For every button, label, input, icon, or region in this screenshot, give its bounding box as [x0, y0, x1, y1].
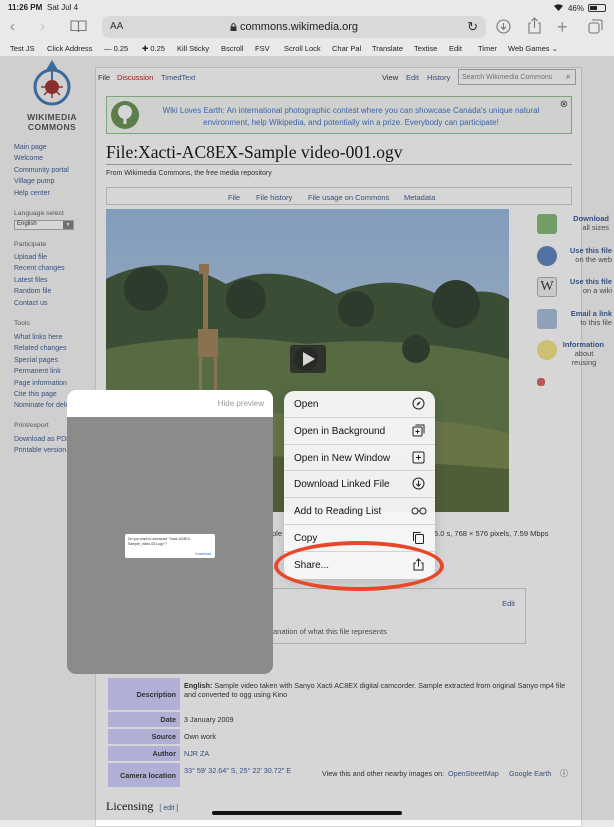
back-icon[interactable]: ‹: [10, 18, 15, 35]
battery-icon: [588, 4, 606, 12]
bookmark-item[interactable]: Textise: [414, 44, 437, 53]
download-icon: [412, 477, 425, 490]
status-date: Sat Jul 4: [47, 3, 79, 12]
menu-item-label: Open in Background: [294, 425, 386, 437]
battery-percent: 46%: [567, 3, 584, 13]
reload-icon[interactable]: ↻: [467, 19, 478, 35]
bookmark-item[interactable]: Timer: [478, 44, 497, 53]
bookmarks-bar: Test JS Click Address — 0.25 ✚ 0.25 Kill…: [0, 43, 614, 55]
open-background-icon: [412, 424, 425, 437]
link-preview-panel: Hide preview Do you want to download "Xa…: [67, 390, 273, 674]
new-window-icon: [412, 451, 425, 464]
hide-preview-button[interactable]: Hide preview: [218, 399, 264, 408]
home-indicator[interactable]: [212, 811, 402, 815]
bookmark-item[interactable]: Char Pal: [332, 44, 361, 53]
bookmark-item[interactable]: FSV: [255, 44, 270, 53]
status-time: 11:26 PM: [8, 3, 43, 12]
menu-item-open-new-window[interactable]: Open in New Window: [284, 445, 435, 472]
menu-item-label: Download Linked File: [294, 479, 390, 491]
share-toolbar-icon[interactable]: [528, 17, 541, 39]
address-bar[interactable]: AA commons.wikimedia.org ↻: [102, 16, 486, 38]
annotation-circle: [274, 541, 444, 591]
menu-item-label: Open in New Window: [294, 452, 391, 464]
copy-icon: [412, 531, 425, 544]
bookmark-item[interactable]: — 0.25: [104, 44, 128, 53]
bookmark-item[interactable]: Web Games ⌄: [508, 44, 558, 53]
tabs-overview-icon[interactable]: [588, 19, 603, 39]
glasses-icon: [411, 504, 427, 517]
compass-icon: [412, 397, 425, 410]
wifi-icon: [553, 3, 564, 13]
menu-item-add-reading-list[interactable]: Add to Reading List: [284, 498, 435, 525]
bookmark-item[interactable]: Bscroll: [221, 44, 244, 53]
menu-item-download-linked-file[interactable]: Download Linked File: [284, 471, 435, 499]
menu-item-label: Copy: [294, 533, 318, 544]
forward-icon[interactable]: ›: [40, 18, 45, 35]
bookmark-item[interactable]: Edit: [449, 44, 462, 53]
download-circle-icon[interactable]: [496, 19, 511, 39]
bookmark-item[interactable]: Kill Sticky: [177, 44, 209, 53]
bookmark-item[interactable]: Test JS: [10, 44, 35, 53]
bookmark-item[interactable]: Click Address: [47, 44, 92, 53]
url-text: commons.wikimedia.org: [102, 21, 486, 33]
new-tab-icon[interactable]: +: [557, 17, 568, 38]
menu-item-open-background[interactable]: Open in Background: [284, 418, 435, 445]
bookmarks-book-icon[interactable]: [70, 20, 87, 38]
menu-item-label: Open: [294, 399, 319, 410]
bookmark-item[interactable]: Scroll Lock: [284, 44, 321, 53]
status-bar: 11:26 PM Sat Jul 4 46%: [0, 0, 614, 14]
menu-item-open[interactable]: Open: [284, 391, 435, 418]
dialog-download-button: Download: [195, 551, 211, 556]
dialog-text: Do you want to download "Xacti-AC8EX-Sam…: [128, 537, 192, 546]
menu-item-label: Add to Reading List: [294, 506, 382, 518]
bookmark-item[interactable]: ✚ 0.25: [142, 44, 165, 53]
preview-header: Hide preview: [67, 390, 273, 417]
bookmark-item[interactable]: Translate: [372, 44, 403, 53]
preview-download-dialog: Do you want to download "Xacti-AC8EX-Sam…: [125, 534, 215, 558]
url-value: commons.wikimedia.org: [240, 21, 359, 33]
